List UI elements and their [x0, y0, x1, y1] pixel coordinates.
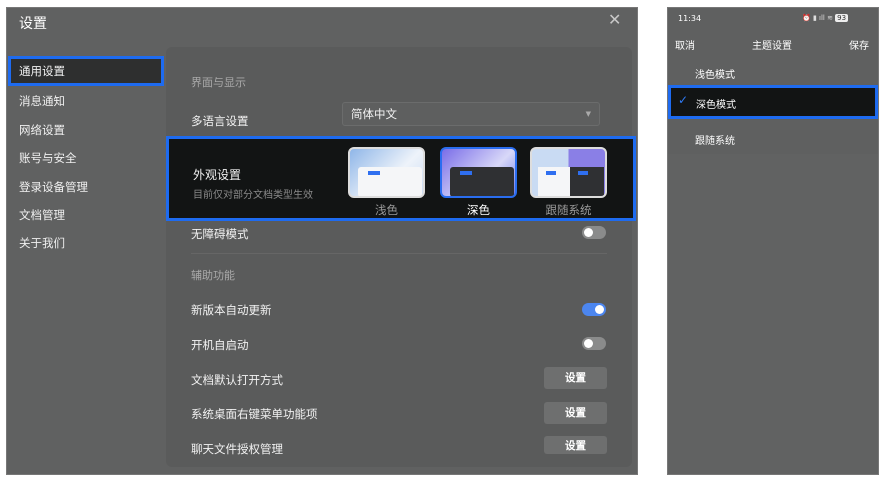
option-dark-row[interactable]: ✓ 深色模式	[668, 85, 878, 119]
phone-body	[668, 154, 878, 474]
context-menu-label: 系统桌面右键菜单功能项	[191, 407, 318, 421]
option-light[interactable]: 浅色模式	[695, 66, 735, 81]
appearance-desc: 目前仅对部分文档类型生效	[193, 190, 313, 201]
sidebar-item-notifications[interactable]: 消息通知	[8, 86, 164, 116]
sidebar-item-general[interactable]: 通用设置	[8, 56, 164, 86]
theme-system-label[interactable]: 跟随系统	[530, 202, 607, 218]
divider	[191, 253, 607, 254]
language-select[interactable]: 简体中文 ▼	[342, 102, 600, 126]
appearance-label: 外观设置	[193, 168, 242, 182]
chevron-down-icon: ▼	[585, 110, 591, 118]
window-title: 设置	[19, 16, 47, 32]
cancel-button[interactable]: 取消	[675, 37, 695, 52]
auto-update-label: 新版本自动更新	[191, 303, 272, 317]
language-value: 简体中文	[351, 107, 397, 121]
theme-light-thumbnail[interactable]	[348, 147, 425, 198]
theme-dark-label[interactable]: 深色	[440, 202, 517, 218]
sidebar-item-documents[interactable]: 文档管理	[8, 200, 164, 230]
battery-level: 93	[835, 14, 849, 22]
theme-dark-thumbnail[interactable]	[440, 147, 517, 198]
sidebar-item-network[interactable]: 网络设置	[8, 115, 164, 145]
sidebar-item-about[interactable]: 关于我们	[8, 228, 164, 258]
option-dark: 深色模式	[696, 100, 736, 111]
accessibility-toggle[interactable]	[582, 226, 606, 239]
section-aux-heading: 辅助功能	[191, 269, 235, 282]
chat-file-auth-settings-button[interactable]: 设置	[544, 436, 607, 454]
theme-light-label[interactable]: 浅色	[348, 202, 425, 218]
auto-update-toggle[interactable]	[582, 303, 606, 316]
sidebar-item-account[interactable]: 账号与安全	[8, 143, 164, 173]
auto-start-toggle[interactable]	[582, 337, 606, 350]
language-label: 多语言设置	[191, 114, 249, 128]
appearance-row: 外观设置 目前仅对部分文档类型生效 浅色 深色 跟随系统	[166, 136, 636, 221]
status-icons: ⏰ ▮ ıll ≋ 93	[802, 14, 849, 22]
default-open-settings-button[interactable]: 设置	[544, 367, 607, 389]
context-menu-settings-button[interactable]: 设置	[544, 402, 607, 424]
chat-file-auth-label: 聊天文件授权管理	[191, 442, 283, 456]
accessibility-label: 无障碍模式	[191, 227, 249, 241]
sidebar-item-devices[interactable]: 登录设备管理	[8, 172, 164, 202]
section-display-heading: 界面与显示	[191, 76, 246, 89]
option-system[interactable]: 跟随系统	[695, 132, 735, 147]
auto-start-label: 开机自启动	[191, 338, 249, 352]
phone-title: 主题设置	[752, 41, 792, 52]
close-icon[interactable]: ✕	[608, 10, 621, 29]
status-time: 11:34	[678, 14, 702, 23]
save-button[interactable]: 保存	[849, 37, 869, 52]
theme-system-thumbnail[interactable]	[530, 147, 607, 198]
default-open-label: 文档默认打开方式	[191, 373, 283, 387]
checkmark-icon: ✓	[678, 93, 689, 107]
